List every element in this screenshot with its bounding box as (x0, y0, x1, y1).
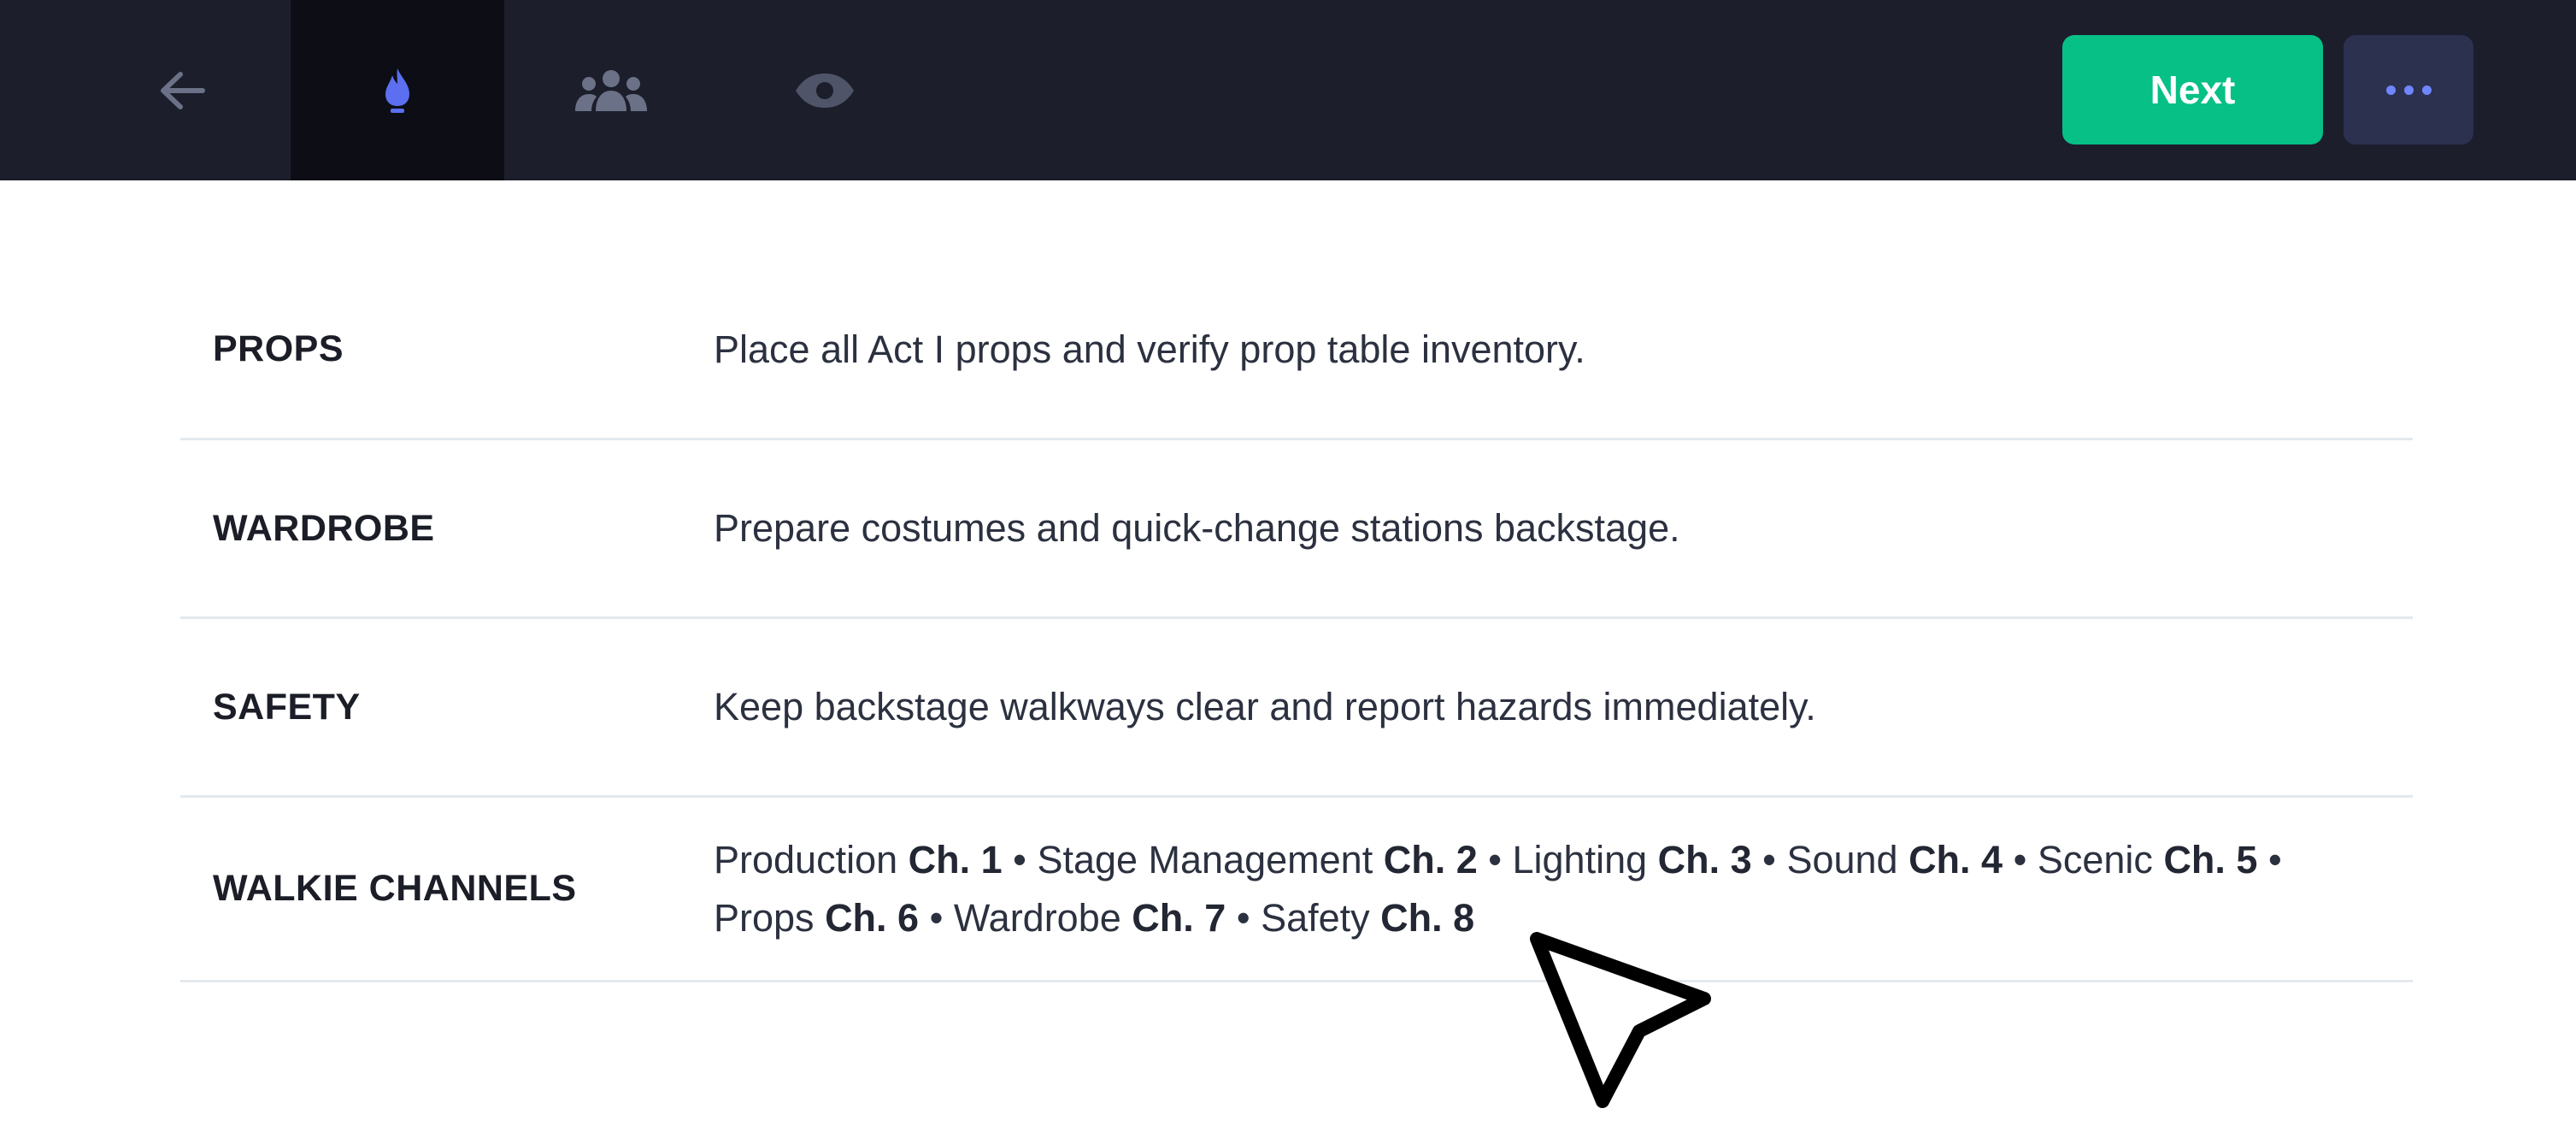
channel-dept: Lighting (1512, 837, 1658, 882)
top-toolbar: Next (0, 0, 2576, 180)
channel-dept: Stage Management (1037, 837, 1384, 882)
fire-tab[interactable] (291, 0, 504, 180)
ellipsis-icon (2385, 85, 2396, 95)
table-row: WARDROBE Prepare costumes and quick-chan… (180, 440, 2413, 619)
channel-number: Ch. 5 (2163, 837, 2258, 882)
users-icon (575, 69, 647, 111)
channel-number: Ch. 2 (1383, 837, 1478, 882)
channel-number: Ch. 3 (1657, 837, 1752, 882)
walkie-channel-item: Sound Ch. 4 (1786, 838, 2003, 882)
table-row: PROPS Place all Act I props and verify p… (180, 261, 2413, 440)
walkie-channel-list: Production Ch. 1 • Stage Management Ch. … (714, 837, 2282, 940)
channel-number: Ch. 4 (1908, 837, 2003, 882)
channel-number: Ch. 6 (825, 895, 920, 940)
table-row-walkie: WALKIE CHANNELS Production Ch. 1 • Stage… (180, 798, 2413, 982)
arrow-left-icon (161, 71, 205, 109)
row-label: WALKIE CHANNELS (213, 868, 577, 909)
table-row: SAFETY Keep backstage walkways clear and… (180, 619, 2413, 798)
channel-dept: Safety (1261, 895, 1381, 940)
row-label: SAFETY (213, 686, 361, 728)
row-description: Place all Act I props and verify prop ta… (714, 327, 1585, 371)
row-label: WARDROBE (213, 507, 435, 549)
channel-dept: Scenic (2037, 837, 2164, 882)
flame-icon (385, 68, 409, 113)
walkie-channel-item: Safety Ch. 8 (1261, 896, 1474, 940)
next-button[interactable]: Next (2062, 35, 2323, 144)
row-description: Keep backstage walkways clear and report… (714, 685, 1816, 728)
channel-dept: Production (714, 837, 909, 882)
row-description: Prepare costumes and quick-change statio… (714, 506, 1680, 550)
mouse-cursor-icon (1530, 932, 1711, 1108)
more-options-button[interactable] (2344, 35, 2473, 144)
walkie-channel-item: Props Ch. 6 (714, 896, 919, 940)
checklist-table: PROPS Place all Act I props and verify p… (180, 261, 2413, 982)
channel-dept: Sound (1786, 837, 1909, 882)
walkie-channel-item: Lighting Ch. 3 (1513, 838, 1752, 882)
channel-number: Ch. 8 (1380, 895, 1475, 940)
walkie-channel-item: Wardrobe Ch. 7 (954, 896, 1226, 940)
walkie-channel-item: Production Ch. 1 (714, 838, 1003, 882)
walkie-channel-item: Stage Management Ch. 2 (1037, 838, 1477, 882)
eye-icon (796, 73, 854, 108)
channel-dept: Wardrobe (953, 895, 1132, 940)
team-tab[interactable] (504, 0, 718, 180)
channel-number: Ch. 7 (1132, 895, 1226, 940)
walkie-channel-item: Scenic Ch. 5 (2038, 838, 2258, 882)
back-tab[interactable] (75, 0, 289, 180)
channel-number: Ch. 1 (908, 837, 1003, 882)
view-tab[interactable] (718, 0, 932, 180)
channel-dept: Props (714, 895, 826, 940)
row-label: PROPS (213, 328, 344, 369)
